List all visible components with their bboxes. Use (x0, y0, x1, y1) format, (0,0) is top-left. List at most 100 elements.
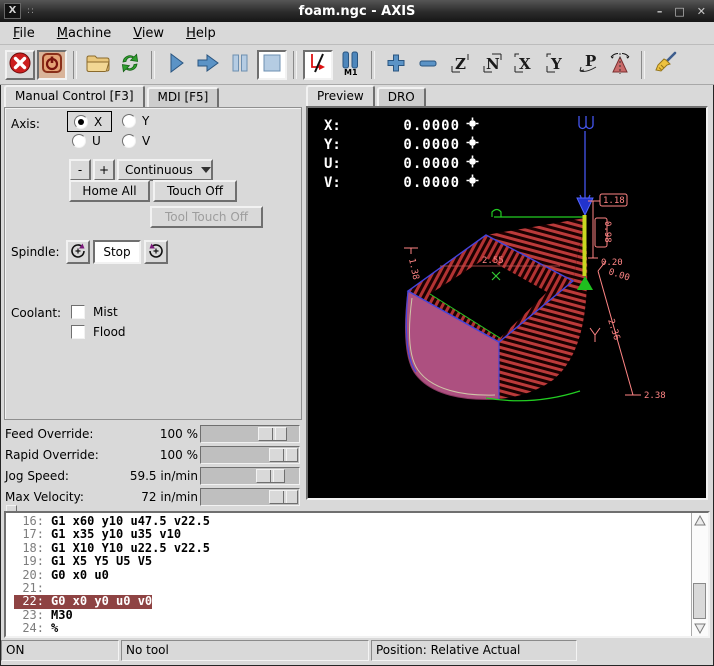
gcode-line[interactable]: 21: (14, 582, 691, 595)
gcode-line[interactable]: 16:G1 x60 y10 u47.5 v22.5 (14, 515, 691, 528)
optional-pause-button[interactable]: M1 (335, 50, 365, 80)
tool-axis-line (580, 131, 590, 207)
run-program-button[interactable] (161, 50, 191, 80)
slider-handle[interactable] (269, 448, 298, 462)
machine-power-button[interactable] (37, 50, 67, 80)
step-arrow-icon (195, 51, 221, 78)
spindle-cw-icon (147, 242, 165, 263)
axis-radio-x[interactable]: X (67, 111, 112, 132)
dro-axis-label: U: (324, 156, 354, 172)
svg-text:2.38: 2.38 (644, 391, 666, 401)
scroll-up-arrow[interactable] (692, 513, 708, 528)
menu-view[interactable]: View (126, 24, 171, 43)
rotate-view-button[interactable] (605, 50, 635, 80)
jog-minus-button[interactable]: - (69, 159, 91, 181)
rapid-override-slider[interactable] (200, 446, 300, 464)
touch-off-button[interactable]: Touch Off (153, 180, 237, 202)
gcode-line[interactable]: 18:G1 X10 Y10 u22.5 v22.5 (14, 542, 691, 555)
gcode-listing[interactable]: 16:G1 x60 y10 u47.5 v22.5 17:G1 x35 y10 … (4, 511, 710, 638)
gcode-line[interactable]: 19:G1 X5 Y5 U5 V5 (14, 555, 691, 568)
close-button[interactable]: ✕ (697, 5, 706, 18)
power-icon (40, 51, 64, 78)
jog-speed-slider[interactable] (200, 467, 300, 485)
menu-machine[interactable]: Machine (50, 24, 118, 43)
tool-status: No tool (121, 640, 369, 661)
gcode-line-active[interactable]: 22:G0 x0 y0 u0 v0 (14, 595, 691, 608)
reload-file-button[interactable] (115, 50, 145, 80)
zoom-out-button[interactable] (413, 50, 443, 80)
view-x-button[interactable]: X (509, 50, 539, 80)
mist-label: Mist (93, 305, 118, 319)
svg-text:0.98: 0.98 (602, 221, 612, 243)
max-velocity-label: Max Velocity: (5, 490, 84, 504)
axis-radio-y[interactable]: Y (122, 114, 149, 128)
rotate-cone-icon (607, 50, 633, 79)
rapid-move-line (492, 210, 585, 218)
feed-override-row: Feed Override: 100 % (0, 424, 304, 445)
preview-canvas[interactable]: X:0.0000 Y:0.0000 U:0.0000 V:0.0000 (306, 106, 708, 500)
home-all-button[interactable]: Home All (69, 180, 150, 202)
spindle-cw-button[interactable] (144, 240, 168, 264)
mist-checkbox[interactable]: Mist (71, 305, 118, 319)
svg-text:M1: M1 (344, 68, 358, 76)
mist-checkbox-box (71, 305, 85, 319)
zoom-in-button[interactable] (381, 50, 411, 80)
gcode-line[interactable]: 24:% (14, 622, 691, 635)
view-z-button[interactable]: Z (445, 50, 475, 80)
scrollbar-thumb[interactable] (693, 583, 706, 619)
flood-checkbox[interactable]: Flood (71, 325, 126, 339)
skip-lines-button[interactable] (303, 50, 333, 80)
menu-file[interactable]: File (6, 24, 42, 43)
estop-button[interactable] (5, 50, 35, 80)
open-file-button[interactable] (83, 50, 113, 80)
slider-handle[interactable] (258, 427, 287, 441)
maximize-button[interactable]: □ (674, 5, 684, 18)
view-perspective-button[interactable]: P (573, 50, 603, 80)
chevron-down-icon (201, 167, 211, 173)
feed-override-value: 100 % (90, 427, 198, 441)
view-y-button[interactable]: Y (541, 50, 571, 80)
homed-crosshair-icon (466, 174, 479, 191)
status-bar: ON No tool Position: Relative Actual (0, 640, 714, 663)
radio-y-label: Y (142, 114, 149, 128)
view-z-rotated-button[interactable]: N (477, 50, 507, 80)
scroll-down-arrow[interactable] (692, 621, 708, 636)
gcode-line[interactable]: 17:G1 x35 y10 u35 v10 (14, 528, 691, 541)
radio-y-indicator (122, 114, 136, 128)
stop-button[interactable] (257, 50, 287, 80)
spindle-stop-button[interactable]: Stop (93, 240, 141, 264)
spindle-ccw-button[interactable] (66, 240, 90, 264)
stop-square-icon (260, 51, 284, 78)
menu-help[interactable]: Help (179, 24, 223, 43)
slider-handle[interactable] (269, 490, 298, 504)
axis-radio-u[interactable]: U (72, 134, 101, 148)
tool-touch-off-button[interactable]: Tool Touch Off (150, 206, 263, 228)
feed-override-slider[interactable] (200, 425, 300, 443)
clear-plot-button[interactable] (651, 50, 681, 80)
dro-value: 0.0000 (354, 175, 460, 191)
plus-icon (384, 51, 408, 78)
slider-handle[interactable] (256, 469, 285, 483)
dro-value: 0.0000 (354, 118, 460, 134)
toolbar-separator (73, 51, 77, 79)
jog-mode-dropdown[interactable]: Continuous (117, 159, 213, 181)
gcode-scrollbar[interactable] (691, 513, 708, 636)
m1-pause-icon: M1 (337, 50, 363, 79)
homed-crosshair-icon (466, 136, 479, 153)
jog-plus-button[interactable]: + (93, 159, 115, 181)
svg-text:N: N (486, 55, 500, 73)
axis-window: X :: foam.ngc - AXIS – □ ✕ File Machine … (0, 0, 714, 666)
axis-radio-v[interactable]: V (122, 134, 150, 148)
gcode-text[interactable]: 16:G1 x60 y10 u47.5 v22.5 17:G1 x35 y10 … (6, 513, 691, 636)
manual-control-panel: Axis: X Y U V - + Continuous Home All To… (4, 107, 302, 420)
run-step-button[interactable] (193, 50, 223, 80)
gcode-line[interactable]: 23:M30 (14, 609, 691, 622)
gcode-line[interactable]: 20:G0 x0 u0 (14, 569, 691, 582)
feed-override-label: Feed Override: (5, 427, 93, 441)
svg-text:P: P (585, 52, 596, 70)
radio-x-indicator (74, 115, 88, 129)
svg-text:X: X (519, 55, 531, 73)
pause-button[interactable] (225, 50, 255, 80)
minimize-button[interactable]: – (657, 5, 663, 18)
max-velocity-slider[interactable] (200, 488, 300, 506)
